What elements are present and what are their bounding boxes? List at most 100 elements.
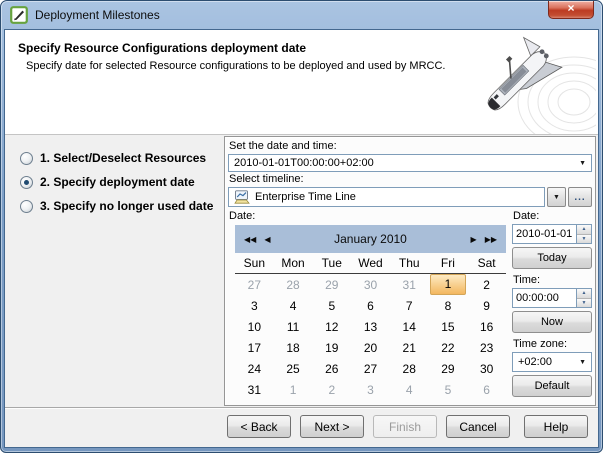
calendar-day[interactable]: 28 [274,274,313,295]
calendar-day[interactable]: 21 [390,337,429,358]
spinner-up-icon[interactable]: ▲ [577,289,591,299]
calendar: ◀◀ ◀ January 2010 ▶ ▶▶ Sun Mon Tue Wed Thu Fr… [235,225,506,400]
previous-month-button[interactable]: ◀ [264,235,270,244]
calendar-header: ◀◀ ◀ January 2010 ▶ ▶▶ [235,225,506,253]
step-label: 3. Specify no longer used date [40,199,214,213]
calendar-grid: 27 28 29 30 31 1 2 3 4 5 6 7 8 9 10 11 12 13 14 15 16 17 18 19 2… [235,274,506,400]
timeline-combobox[interactable]: Enterprise Time Line [228,187,545,207]
calendar-day[interactable]: 27 [235,274,274,295]
spinner-down-icon[interactable]: ▼ [577,234,591,243]
calendar-day[interactable]: 2 [467,274,506,295]
calendar-day[interactable]: 8 [429,295,468,316]
chevron-down-icon: ▼ [579,159,586,167]
calendar-day-selected[interactable]: 1 [429,274,468,295]
back-button[interactable]: < Back [227,415,291,438]
steps-list: 1. Select/Deselect Resources 2. Specify d… [20,151,213,213]
calendar-day[interactable]: 5 [429,379,468,400]
close-icon: × [567,1,575,15]
calendar-day[interactable]: 15 [429,316,468,337]
calendar-day[interactable]: 19 [312,337,351,358]
step-option-2[interactable]: 2. Specify deployment date [20,175,213,189]
calendar-day[interactable]: 9 [467,295,506,316]
calendar-day[interactable]: 12 [312,316,351,337]
day-name: Fri [440,256,455,270]
next-button[interactable]: Next > [300,415,364,438]
day-name: Sun [243,256,266,270]
ellipsis-icon: ... [574,191,586,203]
time-value: 00:00:00 [512,288,576,308]
timeline-value: Enterprise Time Line [255,191,356,203]
calendar-day[interactable]: 23 [467,337,506,358]
timeline-dropdown-button[interactable]: ▼ [547,187,566,207]
calendar-day[interactable]: 6 [351,295,390,316]
calendar-day[interactable]: 7 [390,295,429,316]
calendar-day[interactable]: 29 [312,274,351,295]
datetime-value: 2010-01-01T00:00:00+02:00 [234,157,374,169]
finish-button[interactable]: Finish [373,415,437,438]
day-name: Sat [477,256,496,270]
step-option-3[interactable]: 3. Specify no longer used date [20,199,213,213]
calendar-day[interactable]: 1 [274,379,313,400]
previous-year-button[interactable]: ◀◀ [244,235,256,244]
timeline-row: Enterprise Time Line ▼ ... [228,187,592,207]
calendar-day[interactable]: 18 [274,337,313,358]
datetime-combobox[interactable]: 2010-01-01T00:00:00+02:00 ▼ [228,154,592,172]
calendar-day[interactable]: 31 [235,379,274,400]
calendar-day[interactable]: 22 [429,337,468,358]
calendar-day[interactable]: 11 [274,316,313,337]
next-year-button[interactable]: ▶▶ [485,235,497,244]
calendar-day[interactable]: 20 [351,337,390,358]
timezone-combobox[interactable]: +02:00 ▼ [512,352,592,372]
step-option-1[interactable]: 1. Select/Deselect Resources [20,151,213,165]
spinner-up-icon[interactable]: ▲ [577,225,591,235]
calendar-day[interactable]: 26 [312,358,351,379]
today-button[interactable]: Today [512,247,592,269]
calendar-day[interactable]: 14 [390,316,429,337]
default-button[interactable]: Default [512,375,592,397]
calendar-day[interactable]: 28 [390,358,429,379]
help-button[interactable]: Help [524,415,588,438]
time-spinner-buttons: ▲ ▼ [576,288,592,308]
deployment-date-panel: Set the date and time: 2010-01-01T00:00:… [224,136,596,406]
calendar-day[interactable]: 3 [351,379,390,400]
step-label: 1. Select/Deselect Resources [40,151,207,165]
title-bar[interactable]: Deployment Milestones × [1,1,602,29]
next-month-button[interactable]: ▶ [471,235,477,244]
calendar-day[interactable]: 17 [235,337,274,358]
timeline-browse-button[interactable]: ... [568,187,592,207]
calendar-day[interactable]: 24 [235,358,274,379]
calendar-day[interactable]: 31 [390,274,429,295]
date-picker-row: Date: ◀◀ ◀ January 2010 ▶ ▶▶ Sun Mon Tue We… [228,209,592,401]
spinner-down-icon[interactable]: ▼ [577,298,591,307]
radio-icon[interactable] [20,199,33,213]
calendar-day[interactable]: 3 [235,295,274,316]
radio-icon[interactable] [20,151,33,165]
calendar-day[interactable]: 10 [235,316,274,337]
dialog-content: Specify Resource Configurations deployme… [4,29,599,448]
calendar-day[interactable]: 29 [429,358,468,379]
calendar-day[interactable]: 5 [312,295,351,316]
calendar-day[interactable]: 25 [274,358,313,379]
now-button[interactable]: Now [512,311,592,333]
date-spinner[interactable]: 2010-01-01 ▲ ▼ [512,224,592,244]
calendar-day[interactable]: 30 [351,274,390,295]
chevron-down-icon: ▼ [579,358,586,366]
calendar-day[interactable]: 2 [312,379,351,400]
radio-icon[interactable] [20,175,33,189]
chevron-down-icon: ▼ [553,193,560,201]
calendar-day[interactable]: 4 [274,295,313,316]
calendar-day[interactable]: 30 [467,358,506,379]
time-spinner[interactable]: 00:00:00 ▲ ▼ [512,288,592,308]
calendar-day[interactable]: 27 [351,358,390,379]
calendar-day[interactable]: 4 [390,379,429,400]
cancel-button[interactable]: Cancel [446,415,510,438]
datetime-label: Set the date and time: [229,140,337,152]
calendar-day[interactable]: 13 [351,316,390,337]
close-button[interactable]: × [548,1,594,19]
app-icon [10,6,28,24]
timeline-label: Select timeline: [229,173,304,185]
calendar-day[interactable]: 6 [467,379,506,400]
day-name: Mon [281,256,305,270]
calendar-day[interactable]: 16 [467,316,506,337]
page-title: Specify Resource Configurations deployme… [18,41,307,55]
